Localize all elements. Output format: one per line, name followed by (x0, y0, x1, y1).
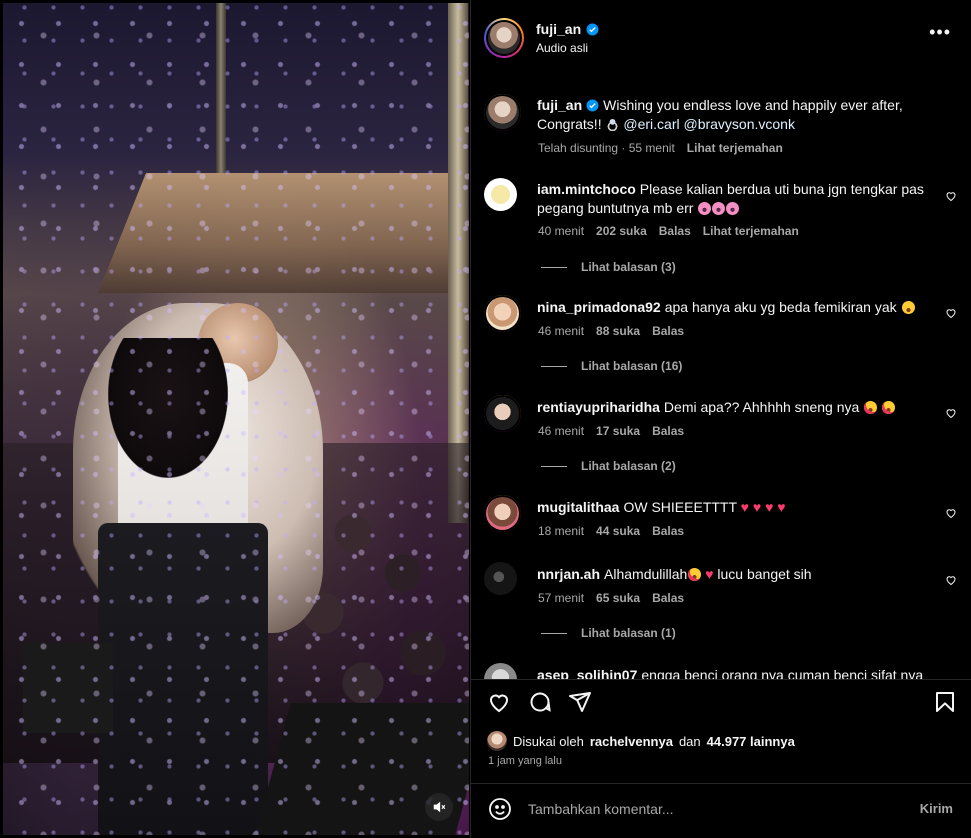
comment-likes[interactable]: 44 suka (596, 524, 640, 538)
comment-username[interactable]: mugitalithaa (537, 499, 619, 515)
comment-text: rentiayupriharidha Demi apa?? Ahhhhh snen… (537, 398, 931, 417)
audio-link[interactable]: Audio asli (536, 41, 588, 55)
comment-avatar[interactable] (486, 397, 519, 430)
speaker-muted-icon (433, 801, 446, 813)
author-avatar[interactable] (488, 22, 520, 54)
post-header: fuji_an Audio asli ••• (471, 0, 971, 78)
comment-meta: 57 menit 65 suka Balas (538, 591, 685, 605)
verified-badge-icon (586, 99, 599, 112)
comment-username[interactable]: rentiayupriharidha (537, 399, 660, 415)
comment-likes[interactable]: 17 suka (596, 424, 640, 438)
more-options-icon[interactable]: ••• (929, 23, 951, 41)
view-replies-button[interactable]: Lihat balasan (3) (541, 260, 676, 274)
likes-count[interactable]: 44.977 lainnya (707, 734, 795, 749)
heart-eyes-emoji-icon (882, 401, 896, 414)
comment-meta: 18 menit 44 suka Balas (538, 524, 685, 538)
like-comment-heart-icon[interactable] (945, 407, 957, 419)
reply-button[interactable]: Balas (652, 591, 684, 605)
reply-button[interactable]: Balas (652, 324, 684, 338)
post-video[interactable] (3, 3, 469, 835)
heart-emoji-icon: ♥ (740, 499, 749, 515)
heart-eyes-emoji-icon (688, 568, 702, 581)
heart-emoji-icon: ♥ (777, 499, 786, 515)
view-replies-button[interactable]: Lihat balasan (16) (541, 359, 682, 373)
like-comment-heart-icon[interactable] (945, 190, 957, 202)
liker-avatar[interactable] (487, 731, 507, 751)
comment-text: asep_solihin07 engga benci orang nya cuma… (537, 666, 931, 679)
comment-likes[interactable]: 202 suka (596, 224, 647, 238)
comment-bubble-icon[interactable] (528, 690, 552, 714)
comment-input[interactable] (528, 798, 908, 820)
comment-avatar-ring[interactable] (484, 495, 521, 532)
caption-username[interactable]: fuji_an (537, 97, 582, 113)
mention-link[interactable]: @bravyson.vconk (683, 116, 794, 132)
author-username-row: fuji_an (536, 21, 599, 37)
comment-avatar[interactable] (484, 663, 521, 679)
caption-avatar-ring[interactable] (484, 94, 521, 131)
comment-avatar-ring[interactable] (484, 395, 521, 432)
heart-emoji-icon: ♥ (765, 499, 774, 515)
comment-avatar[interactable] (484, 178, 521, 215)
screaming-emoji-icon (698, 202, 712, 215)
caption-meta: Telah disunting · 55 menit Lihat terjema… (538, 141, 783, 155)
see-translation-button[interactable]: Lihat terjemahan (687, 141, 783, 155)
share-send-icon[interactable] (568, 690, 592, 714)
reply-button[interactable]: Balas (652, 524, 684, 538)
soap-bubbles (3, 3, 469, 835)
like-heart-icon[interactable] (487, 690, 511, 714)
post-actions: Disukai oleh rachelvennya dan 44.977 lai… (471, 679, 971, 799)
comment-avatar[interactable] (486, 297, 519, 330)
author-username[interactable]: fuji_an (536, 21, 581, 37)
comment-text: nnrjan.ah Alhamdulillah ♥ lucu banget sih (537, 566, 812, 582)
view-replies-button[interactable]: Lihat balasan (2) (541, 459, 676, 473)
screaming-emoji-icon (726, 202, 740, 215)
comment-likes[interactable]: 65 suka (596, 591, 640, 605)
comment-meta: 40 menit 202 suka Balas Lihat terjemahan (538, 224, 799, 238)
comment-avatar[interactable] (486, 497, 519, 530)
comment-username[interactable]: nnrjan.ah (537, 566, 600, 582)
comment-likes[interactable]: 88 suka (596, 324, 640, 338)
comment-meta: 46 menit 88 suka Balas (538, 324, 685, 338)
mute-button[interactable] (425, 793, 453, 821)
screaming-emoji-icon (712, 202, 726, 215)
comment-meta: 46 menit 17 suka Balas (538, 424, 685, 438)
edited-label: Telah disunting · 55 menit (538, 141, 675, 155)
comment-username[interactable]: nina_primadona92 (537, 299, 661, 315)
author-avatar-ring[interactable] (484, 18, 524, 58)
post-side-panel: fuji_an Audio asli ••• fuji_an Wishing yo… (470, 0, 971, 838)
comment-text: iam.mintchoco Please kalian berdua uti bu… (537, 181, 924, 216)
liker-username[interactable]: rachelvennya (590, 734, 673, 749)
mention-link[interactable]: @eri.carl (623, 116, 679, 132)
ring-emoji-icon (606, 118, 619, 131)
comment-avatar-ring[interactable] (484, 295, 521, 332)
comment-avatar[interactable] (484, 562, 521, 599)
add-comment-bar: Kirim (471, 783, 971, 838)
reply-button[interactable]: Balas (659, 224, 691, 238)
caption-text: fuji_an Wishing you endless love and happ… (537, 96, 931, 134)
comment-text: nina_primadona92 apa hanya aku yg beda fe… (537, 298, 931, 317)
comments-list[interactable]: fuji_an Wishing you endless love and happ… (471, 78, 971, 679)
heart-eyes-emoji-icon (864, 401, 878, 414)
post-timestamp[interactable]: 1 jam yang lalu (488, 755, 562, 767)
heart-emoji-icon: ♥ (752, 499, 762, 515)
view-replies-button[interactable]: Lihat balasan (1) (541, 626, 676, 640)
emoji-picker-icon[interactable] (488, 797, 512, 821)
heart-emoji-icon: ♥ (705, 566, 714, 582)
see-translation-button[interactable]: Lihat terjemahan (703, 224, 799, 238)
comment-username[interactable]: iam.mintchoco (537, 181, 636, 197)
caption-avatar[interactable] (486, 96, 519, 129)
like-comment-heart-icon[interactable] (945, 307, 957, 319)
comment-text: mugitalithaa OW SHIEEETTTT ♥ ♥ ♥ ♥ (537, 499, 786, 515)
verified-badge-icon (586, 23, 599, 35)
comment-username[interactable]: asep_solihin07 (537, 667, 637, 679)
like-comment-heart-icon[interactable] (945, 507, 957, 519)
reply-button[interactable]: Balas (652, 424, 684, 438)
likes-summary[interactable]: Disukai oleh rachelvennya dan 44.977 lai… (487, 731, 795, 751)
flushed-emoji-icon (901, 301, 915, 314)
post-comment-button[interactable]: Kirim (920, 801, 953, 816)
save-bookmark-icon[interactable] (933, 690, 957, 714)
like-comment-heart-icon[interactable] (945, 574, 957, 586)
